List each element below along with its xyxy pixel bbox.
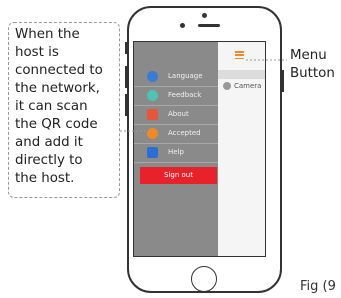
callout-lines [120,59,287,132]
menu-label-line: Button [290,66,335,81]
menu-label-line: Menu [290,48,327,63]
figure-label: Fig (9 [300,279,336,294]
menu-button-annotation: Menu Button [290,47,335,83]
